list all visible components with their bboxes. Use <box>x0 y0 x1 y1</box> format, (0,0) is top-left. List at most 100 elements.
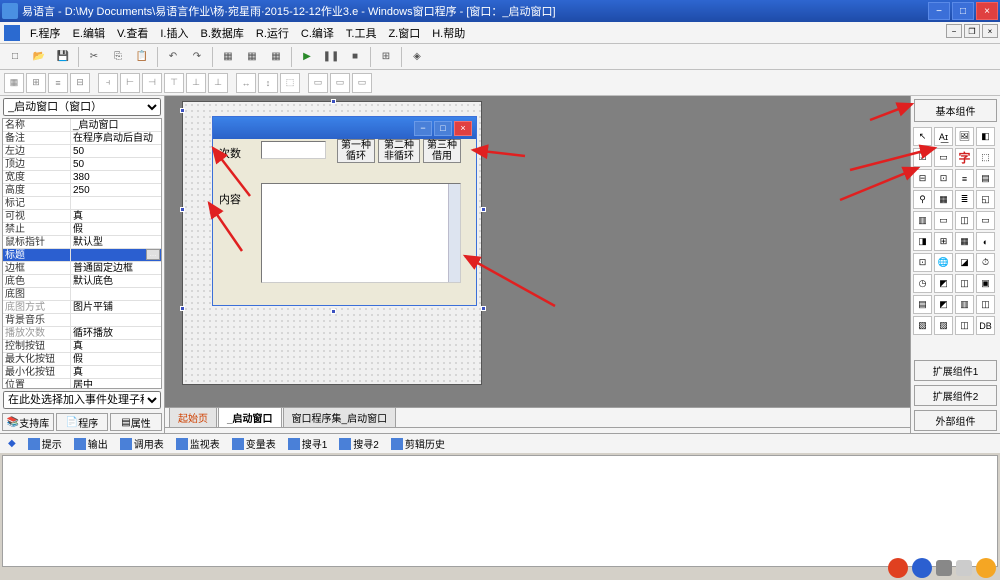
open-icon[interactable]: 📂 <box>28 46 50 68</box>
menu-item[interactable]: R.运行 <box>250 23 295 43</box>
align-4[interactable]: ⊟ <box>70 73 90 93</box>
toolbox-item[interactable]: ☑ <box>913 148 932 167</box>
tb-b[interactable]: ▦ <box>241 46 263 68</box>
property-row[interactable]: 控制按钮真 <box>3 340 161 353</box>
property-row[interactable]: 可视真 <box>3 210 161 223</box>
mdi-restore[interactable]: ❐ <box>964 24 980 38</box>
toolbox-item[interactable]: ◪ <box>955 253 974 272</box>
toolbox-item[interactable]: 🌐 <box>934 253 953 272</box>
mdi-close[interactable]: × <box>982 24 998 38</box>
bottom-tab[interactable]: 搜寻2 <box>335 435 383 452</box>
handle[interactable] <box>180 207 185 212</box>
tb-a[interactable]: ▦ <box>217 46 239 68</box>
toolbox-item[interactable]: ◧ <box>976 127 995 146</box>
size-h[interactable]: ↕ <box>258 73 278 93</box>
toolbox-item[interactable]: ↖ <box>913 127 932 146</box>
toolbox-item[interactable]: ⊡ <box>934 169 953 188</box>
align-b[interactable]: ⊥ <box>208 73 228 93</box>
form-maximize-icon[interactable]: □ <box>434 121 452 136</box>
tab-window-module[interactable]: 窗口程序集_启动窗口 <box>283 407 397 427</box>
handle[interactable] <box>180 108 185 113</box>
align-m[interactable]: ⊥ <box>186 73 206 93</box>
ext-components-2[interactable]: 扩展组件2 <box>914 385 997 406</box>
toolbox-item[interactable]: ◫ <box>955 274 974 293</box>
pause-icon[interactable]: ❚❚ <box>320 46 342 68</box>
menu-item[interactable]: F.程序 <box>24 23 67 43</box>
toolbox-item[interactable]: ◫ <box>976 295 995 314</box>
ext-components-1[interactable]: 扩展组件1 <box>914 360 997 381</box>
align-3[interactable]: ≡ <box>48 73 68 93</box>
property-row[interactable]: 高度250 <box>3 184 161 197</box>
textbox-content[interactable] <box>261 183 461 283</box>
tray-icon[interactable] <box>888 558 908 578</box>
align-c[interactable]: ⊢ <box>120 73 140 93</box>
menu-item[interactable]: E.编辑 <box>67 23 111 43</box>
textbox-count[interactable] <box>261 141 326 159</box>
property-row[interactable]: 备注在程序启动后自动 <box>3 132 161 145</box>
run-icon[interactable]: ▶ <box>296 46 318 68</box>
handle[interactable] <box>180 306 185 311</box>
toolbox-item[interactable]: ▧ <box>913 316 932 335</box>
button-loop2[interactable]: 第二种 非循环 <box>378 139 420 163</box>
property-row[interactable]: 禁止假 <box>3 223 161 236</box>
toolbox-item[interactable]: ⊡ <box>913 253 932 272</box>
bottom-tab[interactable]: 剪辑历史 <box>387 435 449 452</box>
toolbox-item[interactable]: ◨ <box>913 232 932 251</box>
toolbox-item[interactable]: ▭ <box>934 211 953 230</box>
property-row[interactable]: 最大化按钮假 <box>3 353 161 366</box>
sp-2[interactable]: ▭ <box>330 73 350 93</box>
tab-program[interactable]: 📄程序 <box>56 413 108 431</box>
toolbox-item[interactable]: ⊞ <box>934 232 953 251</box>
toolbox-item[interactable]: ▭ <box>976 211 995 230</box>
mdi-minimize[interactable]: − <box>946 24 962 38</box>
toolbox-item[interactable]: ◐ <box>976 232 995 251</box>
tray-icon[interactable] <box>912 558 932 578</box>
align-r[interactable]: ⊣ <box>142 73 162 93</box>
toolbox-item[interactable]: 🖼 <box>955 127 974 146</box>
toolbox-item[interactable]: ◫ <box>955 211 974 230</box>
menu-item[interactable]: T.工具 <box>340 23 383 43</box>
new-icon[interactable]: □ <box>4 46 26 68</box>
toolbox-item[interactable]: A͟ɪ <box>934 127 953 146</box>
toolbox-item[interactable]: ▦ <box>934 190 953 209</box>
bottom-tab[interactable]: 输出 <box>70 435 112 452</box>
external-components[interactable]: 外部组件 <box>914 410 997 431</box>
tray-icon[interactable] <box>976 558 996 578</box>
save-icon[interactable]: 💾 <box>52 46 74 68</box>
toolbox-item[interactable]: ▨ <box>934 316 953 335</box>
toolbox-item[interactable]: ▦ <box>955 232 974 251</box>
event-selector[interactable]: 在此处选择加入事件处理子程序 <box>3 391 161 409</box>
property-row[interactable]: 左边50 <box>3 145 161 158</box>
property-row[interactable]: 顶边50 <box>3 158 161 171</box>
tray-icon[interactable] <box>936 560 952 576</box>
redo-icon[interactable]: ↷ <box>186 46 208 68</box>
menu-item[interactable]: V.查看 <box>111 23 154 43</box>
button-loop3[interactable]: 第三种 借用 <box>423 139 461 163</box>
sp-1[interactable]: ▭ <box>308 73 328 93</box>
toolbox-item[interactable]: ▣ <box>976 274 995 293</box>
property-row[interactable]: 标题… <box>3 249 161 262</box>
toolbox-item[interactable]: ◩ <box>934 274 953 293</box>
size-w[interactable]: ↔ <box>236 73 256 93</box>
tb-e[interactable]: ◈ <box>406 46 428 68</box>
toolbox-item[interactable]: ⬚ <box>976 148 995 167</box>
property-row[interactable]: 底图方式图片平铺 <box>3 301 161 314</box>
property-row[interactable]: 最小化按钮真 <box>3 366 161 379</box>
toolbox-item[interactable]: ▤ <box>976 169 995 188</box>
property-row[interactable]: 宽度380 <box>3 171 161 184</box>
handle[interactable] <box>481 207 486 212</box>
toolbox-item[interactable]: 字 <box>955 148 974 167</box>
toolbox-item[interactable]: ◷ <box>913 274 932 293</box>
designed-form[interactable]: − □ × 次数 第一种 循环 第二种 非循环 第三种 借用 内容 <box>212 116 477 306</box>
toolbox-item[interactable]: DB <box>976 316 995 335</box>
form-minimize-icon[interactable]: − <box>414 121 432 136</box>
property-grid[interactable]: 名称_启动窗口备注在程序启动后自动左边50顶边50宽度380高度250标记可视真… <box>2 118 162 389</box>
menu-item[interactable]: H.帮助 <box>426 23 471 43</box>
align-l[interactable]: ⫞ <box>98 73 118 93</box>
toolbox-item[interactable]: ◱ <box>976 190 995 209</box>
property-row[interactable]: 标记 <box>3 197 161 210</box>
align-1[interactable]: ▦ <box>4 73 24 93</box>
menu-item[interactable]: I.插入 <box>154 23 194 43</box>
bottom-tab[interactable]: 监视表 <box>172 435 224 452</box>
handle[interactable] <box>331 309 336 314</box>
